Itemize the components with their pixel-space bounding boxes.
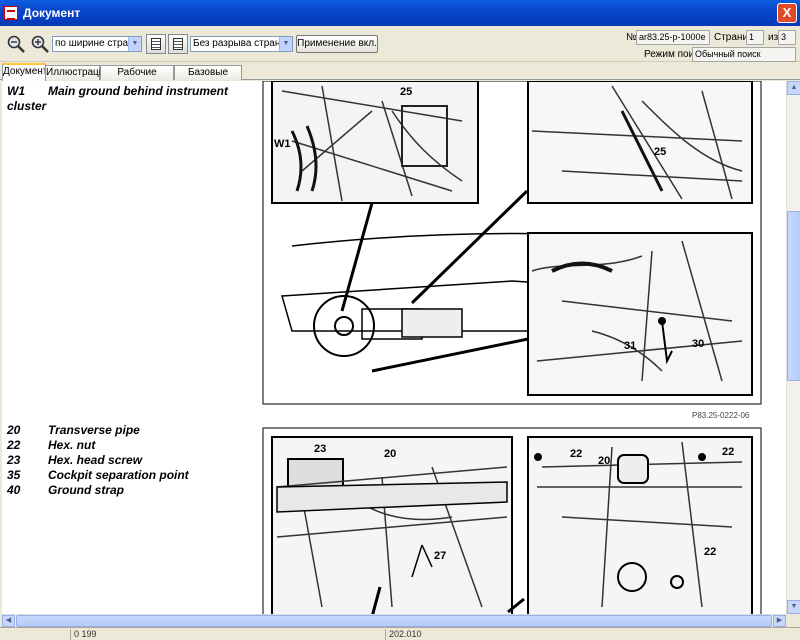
legend-code: 35 <box>7 468 21 482</box>
tab-strip: Документ Иллюстрация Рабочие операции Ба… <box>0 62 800 91</box>
callout-label: 27 <box>434 550 446 562</box>
pages-icon <box>173 38 183 50</box>
legend-item: 22 Hex. nut <box>7 438 95 452</box>
of-label: из <box>768 32 779 43</box>
zoom-in-icon <box>31 35 49 53</box>
legend-text: Hex. nut <box>48 438 96 452</box>
vertical-scrollbar[interactable]: ▲ ▼ <box>786 81 800 614</box>
window-title: Документ <box>23 6 81 20</box>
legend-code: 23 <box>7 453 21 467</box>
wiring-illustration-1: 25 W1 25 31 30 <box>262 81 762 405</box>
zoom-out-button[interactable] <box>6 32 28 56</box>
zoom-out-icon <box>7 35 25 53</box>
legend-text: Cockpit separation point <box>48 468 189 482</box>
legend-code: 20 <box>7 423 21 437</box>
callout-label: 20 <box>384 448 396 460</box>
page-break-value: Без разрыва страниц <box>193 38 292 49</box>
document-view: W1 Main ground behind instrument cluster … <box>2 81 786 614</box>
single-page-button[interactable] <box>146 34 166 54</box>
app-icon <box>4 6 18 20</box>
multi-page-button[interactable] <box>168 34 188 54</box>
status-cell: 202.010 <box>385 629 585 640</box>
status-cell: 0 199 <box>70 629 370 640</box>
legend-text: Transverse pipe <box>48 423 140 437</box>
tab-work-operations[interactable]: Рабочие операции <box>100 65 174 91</box>
legend-text: Main ground behind instrument <box>48 84 228 98</box>
scroll-up-icon[interactable]: ▲ <box>787 81 800 95</box>
scroll-left-icon[interactable]: ◀ <box>2 615 15 627</box>
zoom-in-button[interactable] <box>30 32 52 56</box>
zoom-mode-select[interactable]: по ширине страницы ▼ <box>52 36 142 52</box>
wiring-illustration-2: 23 20 27 22 20 22 22 <box>262 427 762 614</box>
tab-illustration[interactable]: Иллюстрация <box>45 65 110 80</box>
legend-item: 23 Hex. head screw <box>7 453 142 467</box>
page-break-select[interactable]: Без разрыва страниц ▼ <box>190 36 293 52</box>
status-bar: 0 199 202.010 <box>0 627 800 640</box>
page-icon <box>151 38 161 50</box>
callout-label: 22 <box>722 446 734 458</box>
toolbar: по ширине страницы ▼ Без разрыва страниц… <box>0 26 800 62</box>
legend-item: 40 Ground strap <box>7 483 124 497</box>
callout-label: 22 <box>704 546 716 558</box>
page-total-field: 3 <box>778 30 796 45</box>
legend-text: Hex. head screw <box>48 453 143 467</box>
callout-label: 30 <box>692 338 704 350</box>
page-number-field[interactable]: 1 <box>746 30 764 45</box>
callout-label: 23 <box>314 443 326 455</box>
horizontal-scrollbar[interactable]: ◀ ▶ <box>2 614 786 627</box>
figure-caption: P83.25-0222-06 <box>692 411 750 420</box>
legend-code: W1 <box>7 84 25 98</box>
legend-item: W1 Main ground behind instrument <box>7 84 228 98</box>
callout-label: 20 <box>598 455 610 467</box>
legend-text: Ground strap <box>48 483 125 497</box>
tab-base-data[interactable]: Базовые данные <box>174 65 242 91</box>
scroll-down-icon[interactable]: ▼ <box>787 600 800 614</box>
legend-code: 22 <box>7 438 21 452</box>
callout-label: 25 <box>654 146 666 158</box>
legend-item: cluster <box>7 99 46 113</box>
legend-code: 40 <box>7 483 21 497</box>
callout-label: 31 <box>624 340 636 352</box>
legend-item: 35 Cockpit separation point <box>7 468 189 482</box>
callout-label: 25 <box>400 86 412 98</box>
callout-label: W1 <box>274 138 291 150</box>
legend-item: 20 Transverse pipe <box>7 423 140 437</box>
horizontal-scroll-thumb[interactable] <box>16 615 772 627</box>
chevron-down-icon: ▼ <box>128 37 141 51</box>
doc-number-field: ar83.25-p-1000e <box>636 30 710 45</box>
close-button[interactable]: X <box>777 3 797 23</box>
legend-text: cluster <box>7 99 47 113</box>
scroll-right-icon[interactable]: ▶ <box>773 615 786 627</box>
callout-label: 22 <box>570 448 582 460</box>
window-titlebar: Документ X <box>0 0 800 26</box>
vertical-scroll-thumb[interactable] <box>787 211 800 381</box>
search-mode-field: Обычный поиск <box>692 47 796 62</box>
apply-button[interactable]: Применение вкл. <box>296 35 378 53</box>
chevron-down-icon: ▼ <box>279 37 292 51</box>
tab-document[interactable]: Документ <box>2 63 47 81</box>
